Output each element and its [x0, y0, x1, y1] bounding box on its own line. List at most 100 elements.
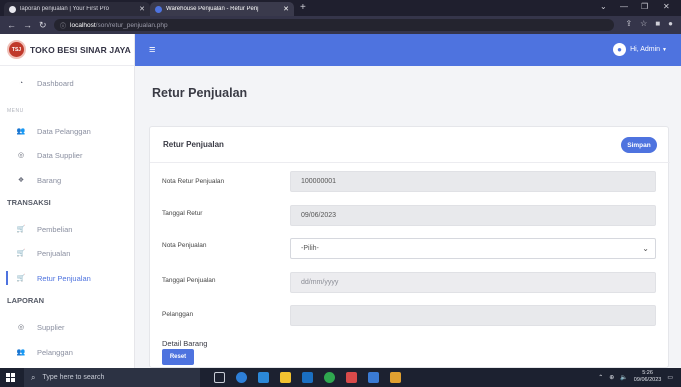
sidebar-item-supplier[interactable]: ◎ Supplier: [0, 319, 135, 335]
brand[interactable]: TSJ TOKO BESI SINAR JAYA: [0, 34, 134, 66]
extensions-icon[interactable]: ■: [655, 19, 660, 28]
sidebar-item-label: Penjualan: [37, 248, 71, 258]
tanggal-retur-value: 09/06/2023: [301, 212, 337, 219]
reset-button[interactable]: Reset: [162, 349, 194, 365]
menu-toggle-icon[interactable]: ≡: [149, 44, 155, 56]
user-avatar-icon: ●: [613, 43, 627, 56]
task-view-icon[interactable]: [214, 372, 225, 383]
nota-retur-field[interactable]: 100000001: [290, 171, 656, 192]
clock-time: 5:26: [642, 370, 653, 376]
browser-tab-laporan[interactable]: laporan penjualan | Your First Pro ✕: [4, 2, 150, 16]
chrome-icon[interactable]: [324, 372, 335, 383]
cart-icon: 🛒: [16, 226, 26, 233]
pelanggan-field[interactable]: [290, 305, 656, 326]
box-icon: ❖: [17, 177, 25, 184]
dollar-circle-icon: ◎: [17, 324, 25, 331]
nota-retur-value: 100000001: [301, 178, 337, 185]
tab-favicon-icon: [9, 5, 16, 13]
sidebar-item-pelanggan[interactable]: 👥 Pelanggan: [0, 344, 135, 360]
tanggal-penjualan-label: Tanggal Penjualan: [162, 277, 216, 284]
profile-icon[interactable]: ●: [668, 19, 673, 28]
brand-name: TOKO BESI SINAR JAYA: [30, 44, 131, 55]
close-window-icon[interactable]: ✕: [663, 2, 670, 11]
reload-icon[interactable]: ↻: [39, 20, 47, 31]
url-input[interactable]: ⓘ localhost/son/retur_penjualan.php: [54, 19, 614, 31]
tanggal-retur-label: Tanggal Retur: [162, 210, 203, 217]
nota-penjualan-label: Nota Penjualan: [162, 242, 207, 249]
sidebar-item-label: Supplier: [37, 322, 65, 332]
info-icon[interactable]: ⓘ: [60, 21, 66, 30]
tab-favicon-icon: [155, 5, 162, 13]
user-menu[interactable]: ● Hi, Admin ▼: [613, 43, 667, 56]
vscode-icon[interactable]: [368, 372, 379, 383]
tab-close-icon[interactable]: ✕: [139, 5, 145, 13]
save-button[interactable]: Simpan: [621, 137, 657, 153]
system-tray: ⌃ ⊕ 🔈 5:26 09/06/2023 ▭: [598, 370, 673, 384]
new-tab-button[interactable]: +: [300, 2, 306, 13]
cart-icon: 🛒: [16, 250, 26, 257]
tab-close-icon[interactable]: ✕: [283, 5, 289, 13]
chevron-down-icon[interactable]: ⌄: [600, 2, 607, 11]
sidebar-item-label: Dashboard: [37, 78, 74, 88]
tanggal-retur-field[interactable]: 09/06/2023: [290, 205, 656, 226]
notification-icon[interactable]: ▭: [667, 374, 673, 381]
browser-tab-bar: laporan penjualan | Your First Pro ✕ War…: [0, 0, 681, 16]
sidebar-item-label: Data Supplier: [37, 150, 83, 160]
address-bar: ← → ↻ ⓘ localhost/son/retur_penjualan.ph…: [0, 16, 681, 34]
card-title: Retur Penjualan: [163, 140, 224, 149]
card-header: Retur Penjualan Simpan: [150, 127, 670, 163]
sidebar-item-label: Pembelian: [37, 224, 73, 234]
taskbar-search-input[interactable]: ⌕ Type here to search: [24, 368, 200, 387]
chevron-down-icon: ⌄: [642, 244, 649, 253]
sidebar-item-data-supplier[interactable]: ◎ Data Supplier: [0, 147, 135, 163]
share-icon[interactable]: ⇪: [625, 19, 632, 28]
url-path: /son/retur_penjualan.php: [95, 21, 168, 29]
nota-penjualan-select[interactable]: -Pilih- ⌄: [290, 238, 656, 259]
sidebar-item-dashboard[interactable]: ◔ Dashboard: [0, 75, 135, 91]
brand-logo-icon: TSJ: [7, 40, 26, 59]
users-icon: 👥: [16, 349, 26, 356]
windows-start-icon[interactable]: [6, 373, 15, 382]
nota-penjualan-value: -Pilih-: [301, 245, 319, 252]
sidebar-item-label: Data Pelanggan: [37, 126, 91, 136]
store-icon[interactable]: [302, 372, 313, 383]
tab-title: laporan penjualan | Your First Pro: [20, 6, 109, 12]
calculator-icon[interactable]: [258, 372, 269, 383]
back-icon[interactable]: ←: [7, 20, 16, 30]
page-title: Retur Penjualan: [152, 86, 248, 100]
windows-taskbar: ⌕ Type here to search ⌃ ⊕ 🔈 5:26 09/06/2…: [0, 368, 681, 387]
file-explorer-icon[interactable]: [280, 372, 291, 383]
sidebar-item-label: Barang: [37, 175, 62, 185]
network-icon[interactable]: ⊕: [609, 374, 614, 381]
sidebar-item-penjualan[interactable]: 🛒 Penjualan: [0, 245, 135, 261]
nota-retur-label: Nota Retur Penjualan: [162, 178, 225, 185]
sidebar-item-pembelian[interactable]: 🛒 Pembelian: [0, 221, 135, 237]
xampp-icon[interactable]: [390, 372, 401, 383]
search-icon: ⌕: [31, 372, 36, 382]
clock[interactable]: 5:26 09/06/2023: [634, 370, 662, 384]
edge-icon[interactable]: [236, 372, 247, 383]
topbar: ≡ ● Hi, Admin ▼: [135, 34, 681, 66]
star-icon[interactable]: ☆: [640, 19, 647, 28]
sidebar-item-retur-penjualan[interactable]: 🛒 Retur Penjualan: [0, 270, 135, 286]
users-icon: 👥: [16, 128, 26, 135]
detail-barang-heading: Detail Barang: [162, 339, 208, 348]
app-icon[interactable]: [346, 372, 357, 383]
browser-tab-retur[interactable]: Warehouse Penjualan - Retur Penj ✕: [150, 2, 294, 16]
dollar-circle-icon: ◎: [17, 152, 25, 159]
sidebar-heading-laporan: LAPORAN: [7, 296, 45, 305]
maximize-icon[interactable]: ❐: [641, 2, 648, 11]
pelanggan-label: Pelanggan: [162, 311, 194, 318]
user-label: Hi, Admin: [630, 46, 661, 53]
url-host: localhost: [70, 21, 96, 29]
sidebar-heading-transaksi: TRANSAKSI: [7, 198, 51, 207]
forward-icon[interactable]: →: [23, 20, 32, 30]
tanggal-penjualan-field[interactable]: dd/mm/yyyy: [290, 272, 656, 293]
volume-icon[interactable]: 🔈: [620, 374, 627, 381]
minimize-icon[interactable]: —: [620, 2, 628, 11]
sidebar-item-barang[interactable]: ❖ Barang: [0, 172, 135, 188]
dashboard-icon: ◔: [18, 79, 24, 87]
sidebar-item-label: Pelanggan: [37, 347, 73, 357]
sidebar-item-data-pelanggan[interactable]: 👥 Data Pelanggan: [0, 123, 135, 139]
chevron-up-icon[interactable]: ⌃: [598, 374, 603, 381]
